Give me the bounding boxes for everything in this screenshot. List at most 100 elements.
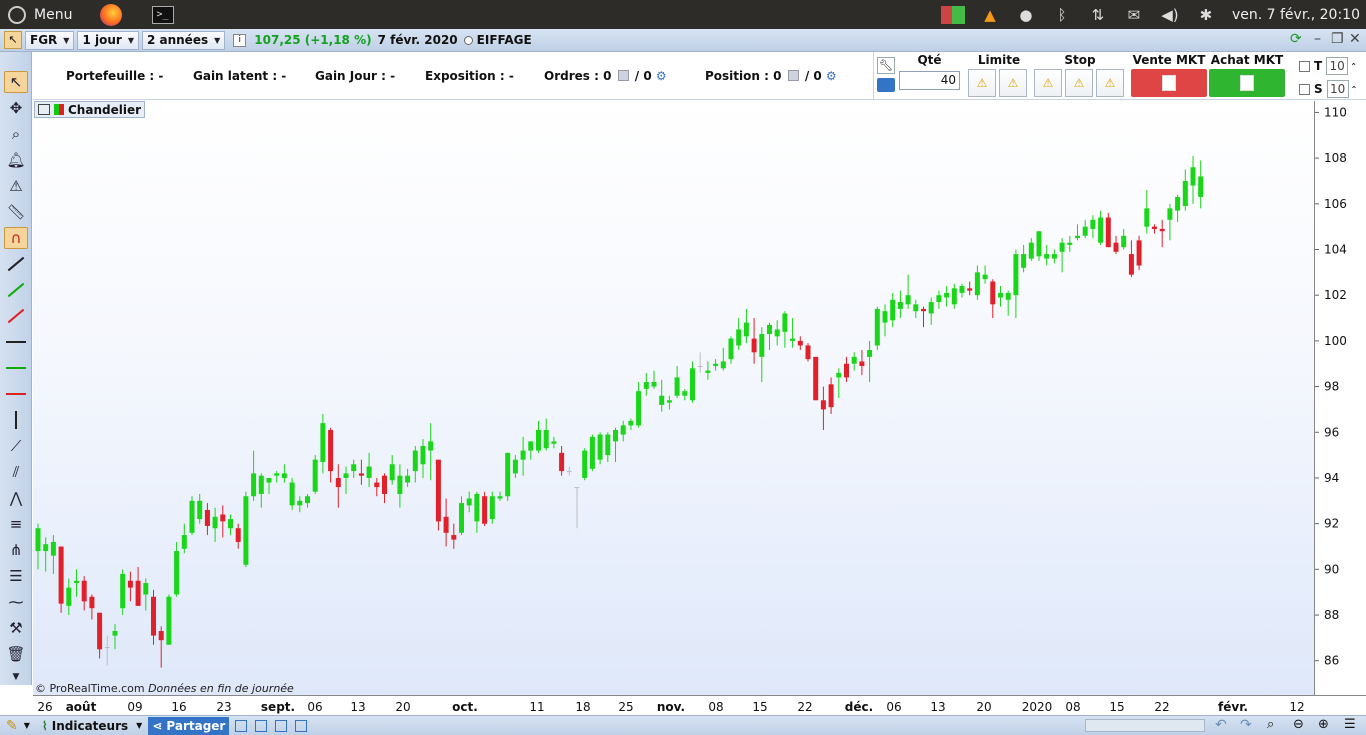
candle[interactable] (443, 498, 449, 547)
candle[interactable] (813, 356, 819, 401)
trash-icon[interactable]: 🗑︎ (4, 643, 28, 665)
candle[interactable] (459, 496, 464, 536)
parallel-channel-icon[interactable]: ≡ (4, 513, 28, 535)
fibonacci-fan-icon[interactable]: ⋀ (4, 487, 28, 509)
candle[interactable] (1090, 215, 1096, 239)
candle[interactable] (312, 455, 318, 494)
candle[interactable] (859, 350, 865, 376)
candle[interactable] (882, 304, 888, 337)
candle[interactable] (982, 265, 988, 284)
candle[interactable] (520, 436, 526, 476)
drop-icon[interactable]: ● (1015, 5, 1037, 25)
candle[interactable] (1182, 169, 1188, 211)
candle[interactable] (474, 491, 480, 533)
candle[interactable] (1198, 160, 1204, 209)
candle[interactable] (258, 473, 264, 508)
candle[interactable] (389, 455, 395, 485)
candle[interactable] (243, 491, 249, 568)
export-icon[interactable] (295, 719, 308, 732)
candle[interactable] (281, 464, 287, 483)
range-selector[interactable]: 2 années ▼ (141, 30, 226, 50)
t-value-input[interactable]: 10 (1326, 57, 1349, 75)
stop-trailing-button[interactable]: ⚠ (1096, 69, 1124, 97)
candle[interactable] (998, 286, 1003, 307)
more-icon[interactable]: ☰ (1344, 717, 1356, 732)
price-chart-area[interactable] (33, 101, 1314, 695)
t-checkbox[interactable] (1299, 60, 1310, 72)
stop-buy-button[interactable]: ⚠ (1065, 69, 1093, 97)
horizontal-green-line-icon[interactable] (4, 357, 28, 379)
menu-label[interactable]: Menu (34, 7, 72, 23)
candle[interactable] (620, 420, 626, 442)
candle[interactable] (158, 626, 164, 668)
candle[interactable] (589, 434, 595, 472)
candle[interactable] (412, 445, 418, 483)
candle[interactable] (597, 432, 603, 465)
candle[interactable] (497, 491, 503, 501)
orders-gear-icon[interactable]: ⚙ (656, 69, 667, 83)
s-stepper-icon[interactable]: ⌃ (1351, 85, 1358, 94)
candle[interactable] (990, 279, 996, 319)
candle[interactable] (867, 340, 873, 383)
candle[interactable] (97, 612, 103, 659)
candle[interactable] (774, 320, 780, 346)
ubuntu-menu-icon[interactable] (8, 5, 26, 24)
candle[interactable] (697, 352, 703, 373)
candle[interactable] (1098, 210, 1104, 245)
candle[interactable] (74, 569, 79, 597)
candle[interactable] (674, 366, 680, 398)
instrument-radio[interactable] (463, 35, 473, 45)
trendline-red-icon[interactable] (4, 305, 28, 327)
candle[interactable] (1144, 190, 1150, 234)
position-document-icon[interactable] (787, 70, 799, 81)
candle[interactable] (358, 459, 364, 485)
position-summary[interactable]: Position : 0 / 0 ⚙ (705, 69, 837, 83)
crosshair-tool-icon[interactable]: ✥ (4, 97, 28, 119)
candle[interactable] (605, 432, 611, 462)
fibonacci-retracement-icon[interactable]: ☰ (4, 565, 28, 587)
candle[interactable] (320, 413, 326, 474)
alert-bell-plus-icon[interactable]: ⚠ (4, 175, 28, 197)
candle[interactable] (204, 503, 210, 536)
period-selector[interactable]: 1 jour ▼ (77, 30, 139, 50)
candle[interactable] (212, 507, 218, 542)
candle[interactable] (1159, 219, 1165, 248)
candle[interactable] (228, 514, 233, 536)
tools-icon[interactable]: ⚒ (4, 617, 28, 639)
candle[interactable] (482, 491, 488, 526)
candle[interactable] (351, 459, 357, 478)
scroll-down-icon[interactable]: ▼ (4, 666, 28, 688)
candle[interactable] (1136, 235, 1142, 271)
candle[interactable] (805, 343, 811, 362)
pointer-tool-icon[interactable]: ↖ (4, 71, 28, 93)
undo-icon[interactable]: ↶ (1215, 717, 1227, 733)
candle[interactable] (659, 379, 665, 412)
restore-icon[interactable]: ❐ (1331, 31, 1344, 47)
candle[interactable] (81, 576, 87, 611)
candle[interactable] (343, 466, 349, 494)
candle[interactable] (305, 493, 310, 508)
candle[interactable] (120, 569, 126, 616)
candle[interactable] (666, 395, 672, 410)
refresh-icon[interactable]: ⟳ (1290, 31, 1302, 47)
candle[interactable] (166, 594, 172, 645)
candle[interactable] (1175, 194, 1181, 223)
candle[interactable] (836, 368, 842, 398)
candle[interactable] (1059, 238, 1065, 273)
t-stepper-icon[interactable]: ⌃ (1350, 62, 1357, 71)
candle[interactable] (489, 491, 495, 524)
limit-sell-button[interactable]: ⚠ (968, 69, 996, 97)
candle[interactable] (1082, 219, 1088, 239)
redo-icon[interactable]: ↷ (1240, 717, 1252, 733)
candle[interactable] (1121, 228, 1127, 250)
candle[interactable] (1190, 155, 1196, 204)
candle[interactable] (181, 523, 187, 554)
vlc-icon[interactable]: ▲ (979, 5, 1001, 25)
candle[interactable] (1067, 235, 1073, 252)
magnet-icon[interactable]: ∩ (4, 227, 28, 249)
window-toggle-icon[interactable] (38, 104, 50, 115)
candle[interactable] (420, 439, 426, 478)
chat-icon[interactable] (255, 719, 268, 732)
candle[interactable] (151, 589, 156, 645)
candle[interactable] (189, 496, 195, 536)
